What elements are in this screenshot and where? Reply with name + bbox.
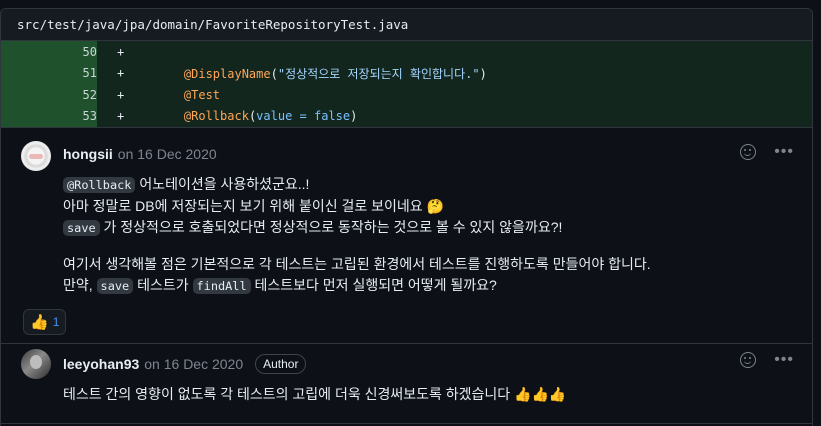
comment-author[interactable]: hongsii bbox=[63, 146, 113, 162]
smiley-icon[interactable] bbox=[740, 144, 757, 160]
avatar[interactable] bbox=[21, 141, 51, 171]
comment-text: 테스트보다 먼저 실행되면 어떻게 될까요? bbox=[250, 277, 497, 293]
code-line: @Test bbox=[183, 87, 221, 102]
file-header: src/test/java/jpa/domain/FavoriteReposit… bbox=[1, 9, 812, 41]
avatar[interactable] bbox=[21, 349, 51, 379]
comment-text: 테스트 간의 영향이 없도록 각 테스트의 고립에 더욱 신경써보도록 하겠습니… bbox=[63, 386, 515, 402]
comment-author[interactable]: leeyohan93 bbox=[63, 356, 139, 372]
comment-body: @Rollback 어노테이션을 사용하셨군요..! 아마 정말로 DB에 저장… bbox=[63, 174, 651, 297]
author-badge: Author bbox=[255, 354, 307, 374]
inline-code: save bbox=[63, 220, 100, 236]
line-number[interactable]: 51 bbox=[1, 62, 97, 84]
diff-marker: + bbox=[117, 109, 125, 124]
kebab-horizontal-icon[interactable]: ••• bbox=[774, 144, 794, 160]
comment-paragraph: @Rollback 어노테이션을 사용하셨군요..! 아마 정말로 DB에 저장… bbox=[63, 174, 651, 239]
comment-body: 테스트 간의 영향이 없도록 각 테스트의 고립에 더욱 신경써보도록 하겠습니… bbox=[63, 384, 566, 405]
comment-paragraph: 여기서 생각해볼 점은 기본적으로 각 테스트는 고립된 환경에서 테스트를 진… bbox=[63, 254, 651, 297]
kebab-horizontal-icon[interactable]: ••• bbox=[774, 352, 794, 368]
review-thread: src/test/java/jpa/domain/FavoriteReposit… bbox=[0, 8, 813, 426]
inline-code: save bbox=[96, 278, 134, 294]
diff-line: 52 + @Test bbox=[1, 84, 812, 106]
comment-text: 어노테이션을 사용하셨군요..! bbox=[135, 176, 310, 192]
inline-code: findAll bbox=[192, 278, 251, 294]
reaction-count: 1 bbox=[52, 315, 60, 329]
line-number[interactable]: 50 bbox=[1, 41, 97, 63]
comment-text: 테스트가 bbox=[133, 277, 193, 293]
diff-hunk: 50 +51 + @DisplayName("정상적으로 저장되는지 확인합니다."… bbox=[1, 41, 812, 128]
comment: leeyohan93 on 16 Dec 2020 Author ••• 테스트… bbox=[1, 344, 812, 424]
code-line: @Rollback(value = false) bbox=[183, 109, 358, 124]
comment-actions: ••• bbox=[740, 144, 794, 160]
file-path[interactable]: src/test/java/jpa/domain/FavoriteReposit… bbox=[17, 17, 408, 32]
comment-text: 아마 정말로 DB에 저장되는지 보기 위해 붙이신 걸로 보이네요 bbox=[63, 198, 427, 214]
line-number[interactable]: 52 bbox=[1, 84, 97, 106]
diff-line: 50 + bbox=[1, 41, 812, 63]
thumbs-up-icon: 👍 bbox=[30, 314, 49, 331]
comment-date[interactable]: on 16 Dec 2020 bbox=[118, 146, 217, 162]
thinking-face-emoji: 🤔 bbox=[426, 198, 445, 214]
thumbs-up-emoji: 👍👍👍 bbox=[514, 386, 567, 402]
inline-code: @Rollback bbox=[63, 177, 136, 193]
comment-text: 만약, bbox=[63, 277, 97, 293]
smiley-icon[interactable] bbox=[740, 352, 757, 368]
comment-header: hongsii on 16 Dec 2020 bbox=[63, 146, 217, 162]
comment-actions: ••• bbox=[740, 352, 794, 368]
reaction-thumbs-up-button[interactable]: 👍 1 bbox=[23, 309, 67, 335]
diff-marker: + bbox=[117, 87, 125, 102]
comment-header: leeyohan93 on 16 Dec 2020 Author bbox=[63, 354, 307, 374]
diff-line: 51 + @DisplayName("정상적으로 저장되는지 확인합니다.") bbox=[1, 62, 812, 84]
comment-text: 여기서 생각해볼 점은 기본적으로 각 테스트는 고립된 환경에서 테스트를 진… bbox=[63, 256, 651, 272]
line-number[interactable]: 53 bbox=[1, 105, 97, 127]
code-line: @DisplayName("정상적으로 저장되는지 확인합니다.") bbox=[183, 66, 487, 81]
diff-line: 53 + @Rollback(value = false) bbox=[1, 105, 812, 127]
comment: hongsii on 16 Dec 2020 ••• @Rollback 어노테… bbox=[1, 128, 812, 344]
comment-date[interactable]: on 16 Dec 2020 bbox=[144, 356, 243, 372]
comment-text: 가 정상적으로 호출되었다면 정상적으로 동작하는 것으로 볼 수 있지 않을까… bbox=[99, 219, 563, 235]
diff-marker: + bbox=[117, 44, 125, 59]
diff-marker: + bbox=[117, 66, 125, 81]
